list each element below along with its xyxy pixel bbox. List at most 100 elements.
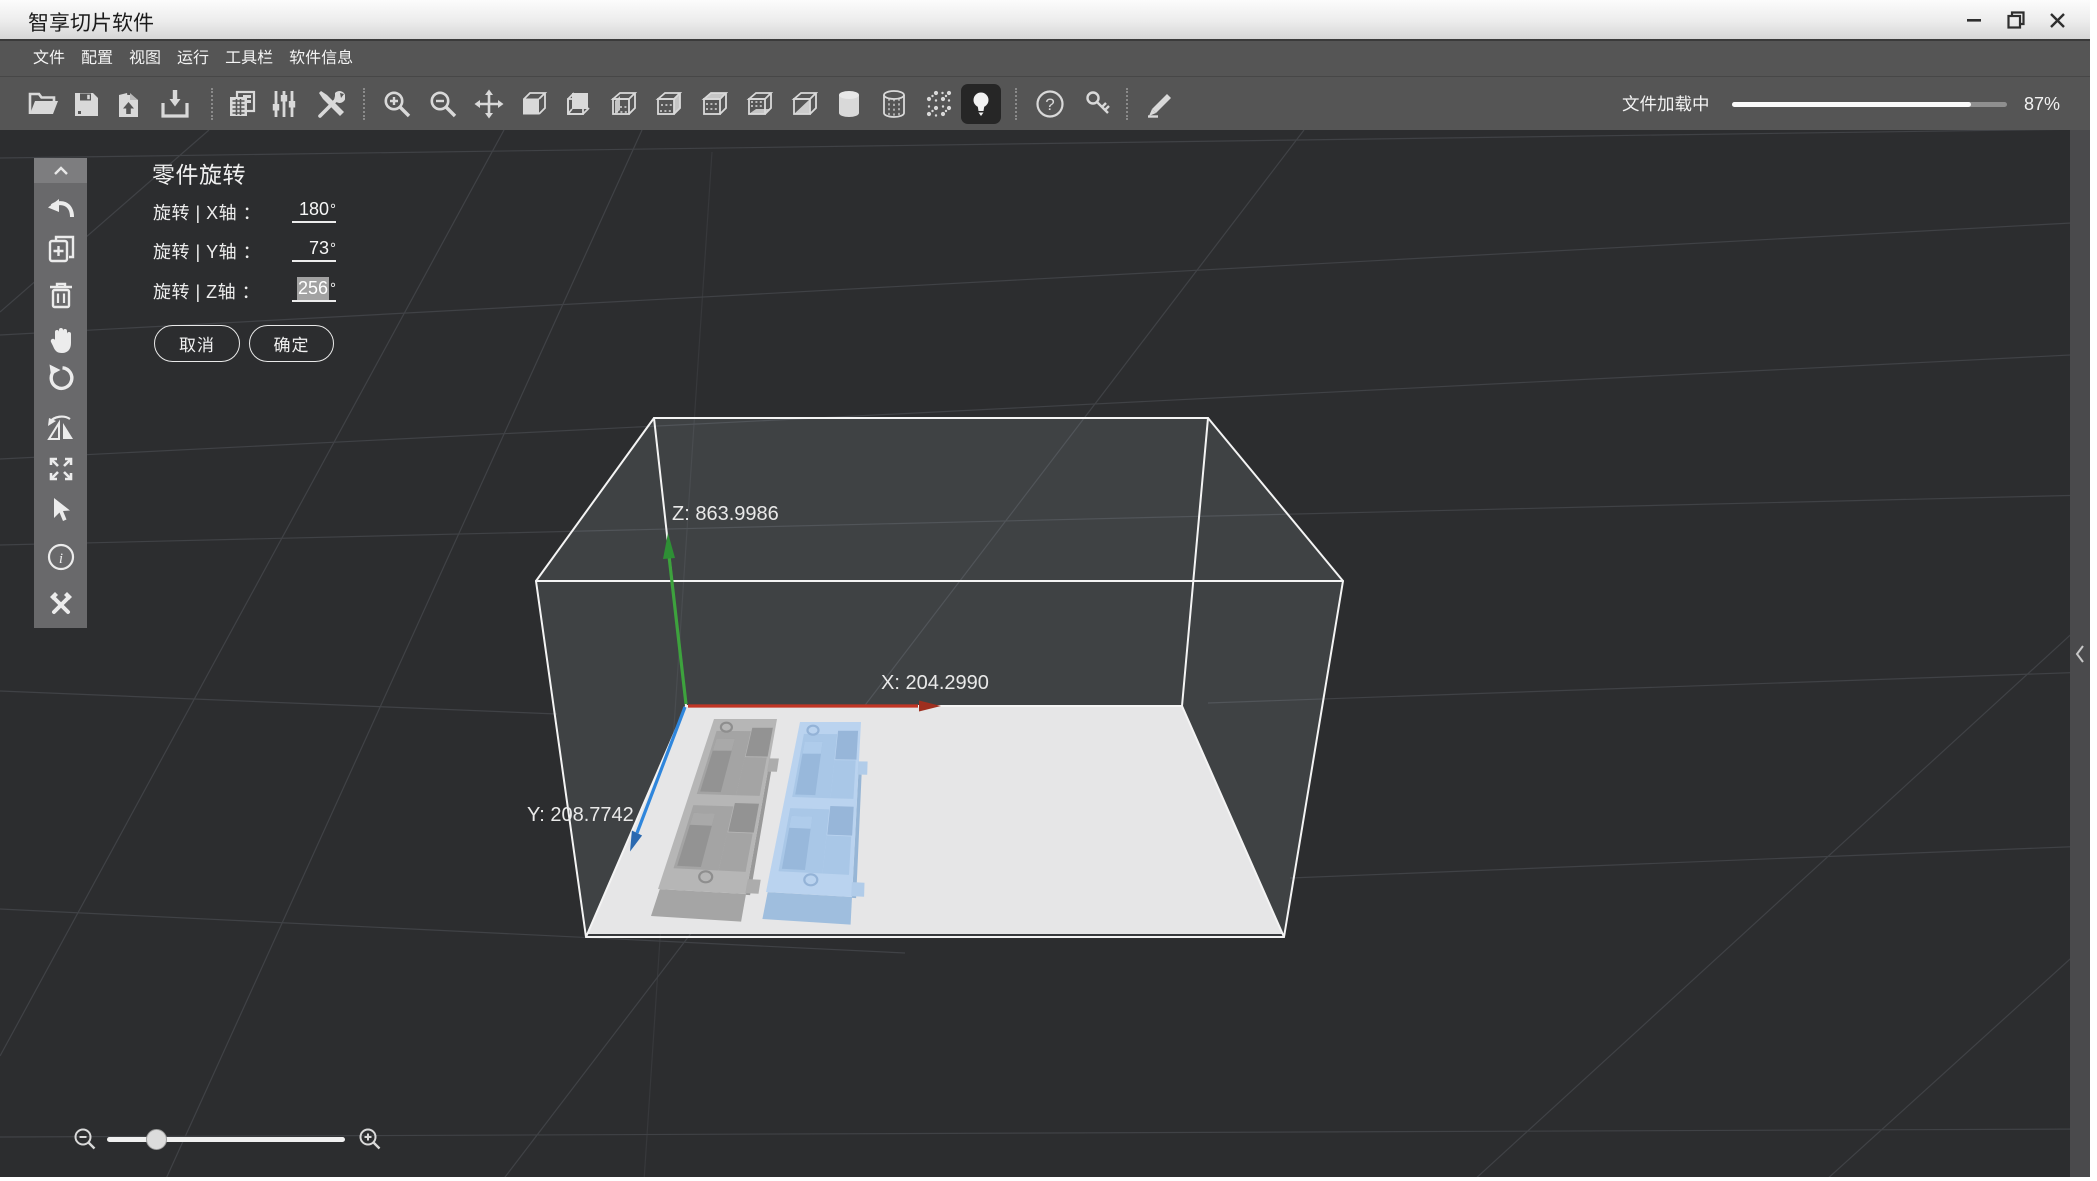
cylinder-solid-icon: [839, 91, 859, 117]
measure-button[interactable]: [43, 585, 78, 620]
pan-button[interactable]: [43, 322, 78, 357]
settings-button[interactable]: [265, 85, 303, 123]
cylinder-wireframe-button[interactable]: [875, 85, 913, 123]
minimize-button[interactable]: [1958, 5, 1990, 35]
progress-percent: 87%: [2024, 94, 2061, 114]
rotate-y-value: 73: [308, 238, 329, 258]
rotate-z-input[interactable]: 256 °: [292, 277, 336, 302]
view-left-icon: [610, 92, 638, 115]
zoom-in-icon: [359, 1128, 381, 1150]
cancel-button[interactable]: 取消: [154, 325, 240, 362]
restore-icon: [2007, 11, 2025, 29]
view-bottom-icon: [746, 92, 774, 115]
measure-tools-icon: [49, 591, 72, 614]
light-toggle-button[interactable]: [961, 84, 1001, 124]
move-button[interactable]: [470, 85, 508, 123]
restore-button[interactable]: [2000, 5, 2032, 35]
progress-fill: [1732, 102, 1972, 107]
view-iso-icon: [791, 92, 819, 115]
expand-icon: [49, 457, 72, 480]
rotate-y-label: 旋转 | Y轴 ：: [153, 242, 262, 262]
viewport-zoom-out-button[interactable]: [72, 1126, 98, 1152]
menu-bar: 文件 配置 视图 运行 工具栏 软件信息: [0, 39, 2090, 76]
svg-text:i: i: [58, 551, 62, 567]
zoom-slider-thumb[interactable]: [146, 1129, 167, 1150]
side-toolbar: i: [34, 158, 87, 628]
help-icon: ?: [1036, 90, 1064, 118]
zoom-out-button[interactable]: [424, 85, 462, 123]
menu-run[interactable]: 运行: [177, 41, 209, 76]
side-toolbar-collapse[interactable]: [34, 158, 87, 183]
point-cloud-button[interactable]: [919, 85, 957, 123]
menu-file[interactable]: 文件: [33, 41, 65, 76]
rotate-z-label: 旋转 | Z轴 ：: [153, 282, 261, 302]
zoom-out-icon: [74, 1128, 96, 1150]
save-button[interactable]: [67, 85, 105, 123]
zoom-slider-track[interactable]: [107, 1137, 345, 1142]
add-model-button[interactable]: [43, 231, 78, 266]
viewport-zoom-in-button[interactable]: [357, 1126, 383, 1152]
info-button[interactable]: i: [43, 539, 78, 574]
import-button[interactable]: [109, 85, 147, 123]
rotate-x-input[interactable]: 180 °: [292, 198, 336, 223]
view-left-button[interactable]: [604, 85, 642, 123]
copy-button[interactable]: [223, 85, 261, 123]
tools-button[interactable]: [311, 85, 349, 123]
title-bar: 智享切片软件: [0, 0, 2090, 39]
view-iso-button[interactable]: [785, 85, 823, 123]
view-front-button[interactable]: [514, 85, 552, 123]
copy-sheet-icon: [230, 90, 256, 116]
save-icon: [74, 92, 98, 116]
info-icon: i: [47, 543, 74, 570]
progress-bar: [1732, 102, 2007, 107]
license-button[interactable]: [1078, 85, 1116, 123]
view-right-button[interactable]: [649, 85, 687, 123]
toolbar-separator-2: [363, 88, 365, 120]
annotate-button[interactable]: [1141, 85, 1179, 123]
view-top-icon: [701, 92, 729, 115]
close-icon: [2049, 12, 2065, 28]
svg-text:?: ?: [1045, 95, 1054, 114]
toolbar-separator-3: [1015, 88, 1017, 120]
menu-about[interactable]: 软件信息: [289, 41, 353, 76]
key-icon: [1086, 91, 1110, 114]
view-top-button[interactable]: [695, 85, 733, 123]
point-cloud-icon: [926, 90, 952, 117]
delete-button[interactable]: [43, 277, 78, 312]
mirror-icon: [46, 415, 73, 440]
rotate-x-row: 旋转 | X轴 ： 180 °: [153, 198, 336, 226]
app-window: 智享切片软件 文件 配置 视图 运行 工具栏 软件信息 ? 文件加载中 87% …: [0, 0, 2090, 1177]
rotate-x-unit: °: [330, 201, 336, 218]
menu-config[interactable]: 配置: [81, 41, 113, 76]
undo-button[interactable]: [43, 191, 78, 226]
rotate-z-value: 256: [296, 277, 329, 300]
ok-button[interactable]: 确定: [249, 325, 334, 362]
move-icon: [474, 89, 504, 119]
rotate-y-input[interactable]: 73 °: [292, 237, 336, 262]
rotation-panel-title: 零件旋转: [152, 162, 246, 188]
rotate-ccw-icon: [49, 364, 73, 390]
window-title: 智享切片软件: [28, 12, 154, 35]
close-button[interactable]: [2041, 5, 2073, 35]
menu-toolbar[interactable]: 工具栏: [225, 41, 273, 76]
load-button[interactable]: [156, 85, 194, 123]
select-button[interactable]: [43, 492, 78, 527]
trash-icon: [49, 282, 72, 308]
rotate-z-unit: °: [330, 280, 336, 297]
zoom-in-button[interactable]: [378, 85, 416, 123]
toolbar-separator-1: [211, 88, 213, 120]
minimize-icon: [1967, 19, 1981, 22]
fit-view-button[interactable]: [43, 451, 78, 486]
mirror-button[interactable]: [43, 410, 78, 445]
menu-view[interactable]: 视图: [129, 41, 161, 76]
help-button[interactable]: ?: [1031, 85, 1069, 123]
view-back-button[interactable]: [559, 85, 597, 123]
right-panel-collapse-strip[interactable]: [2070, 130, 2090, 1177]
view-back-icon: [567, 92, 590, 115]
z-axis-label: Z: 863.9986: [672, 503, 779, 525]
view-bottom-button[interactable]: [740, 85, 778, 123]
rotate-x-label: 旋转 | X轴 ：: [153, 203, 262, 223]
cylinder-solid-button[interactable]: [830, 85, 868, 123]
rotate-button[interactable]: [43, 360, 78, 395]
open-file-button[interactable]: [24, 85, 62, 123]
